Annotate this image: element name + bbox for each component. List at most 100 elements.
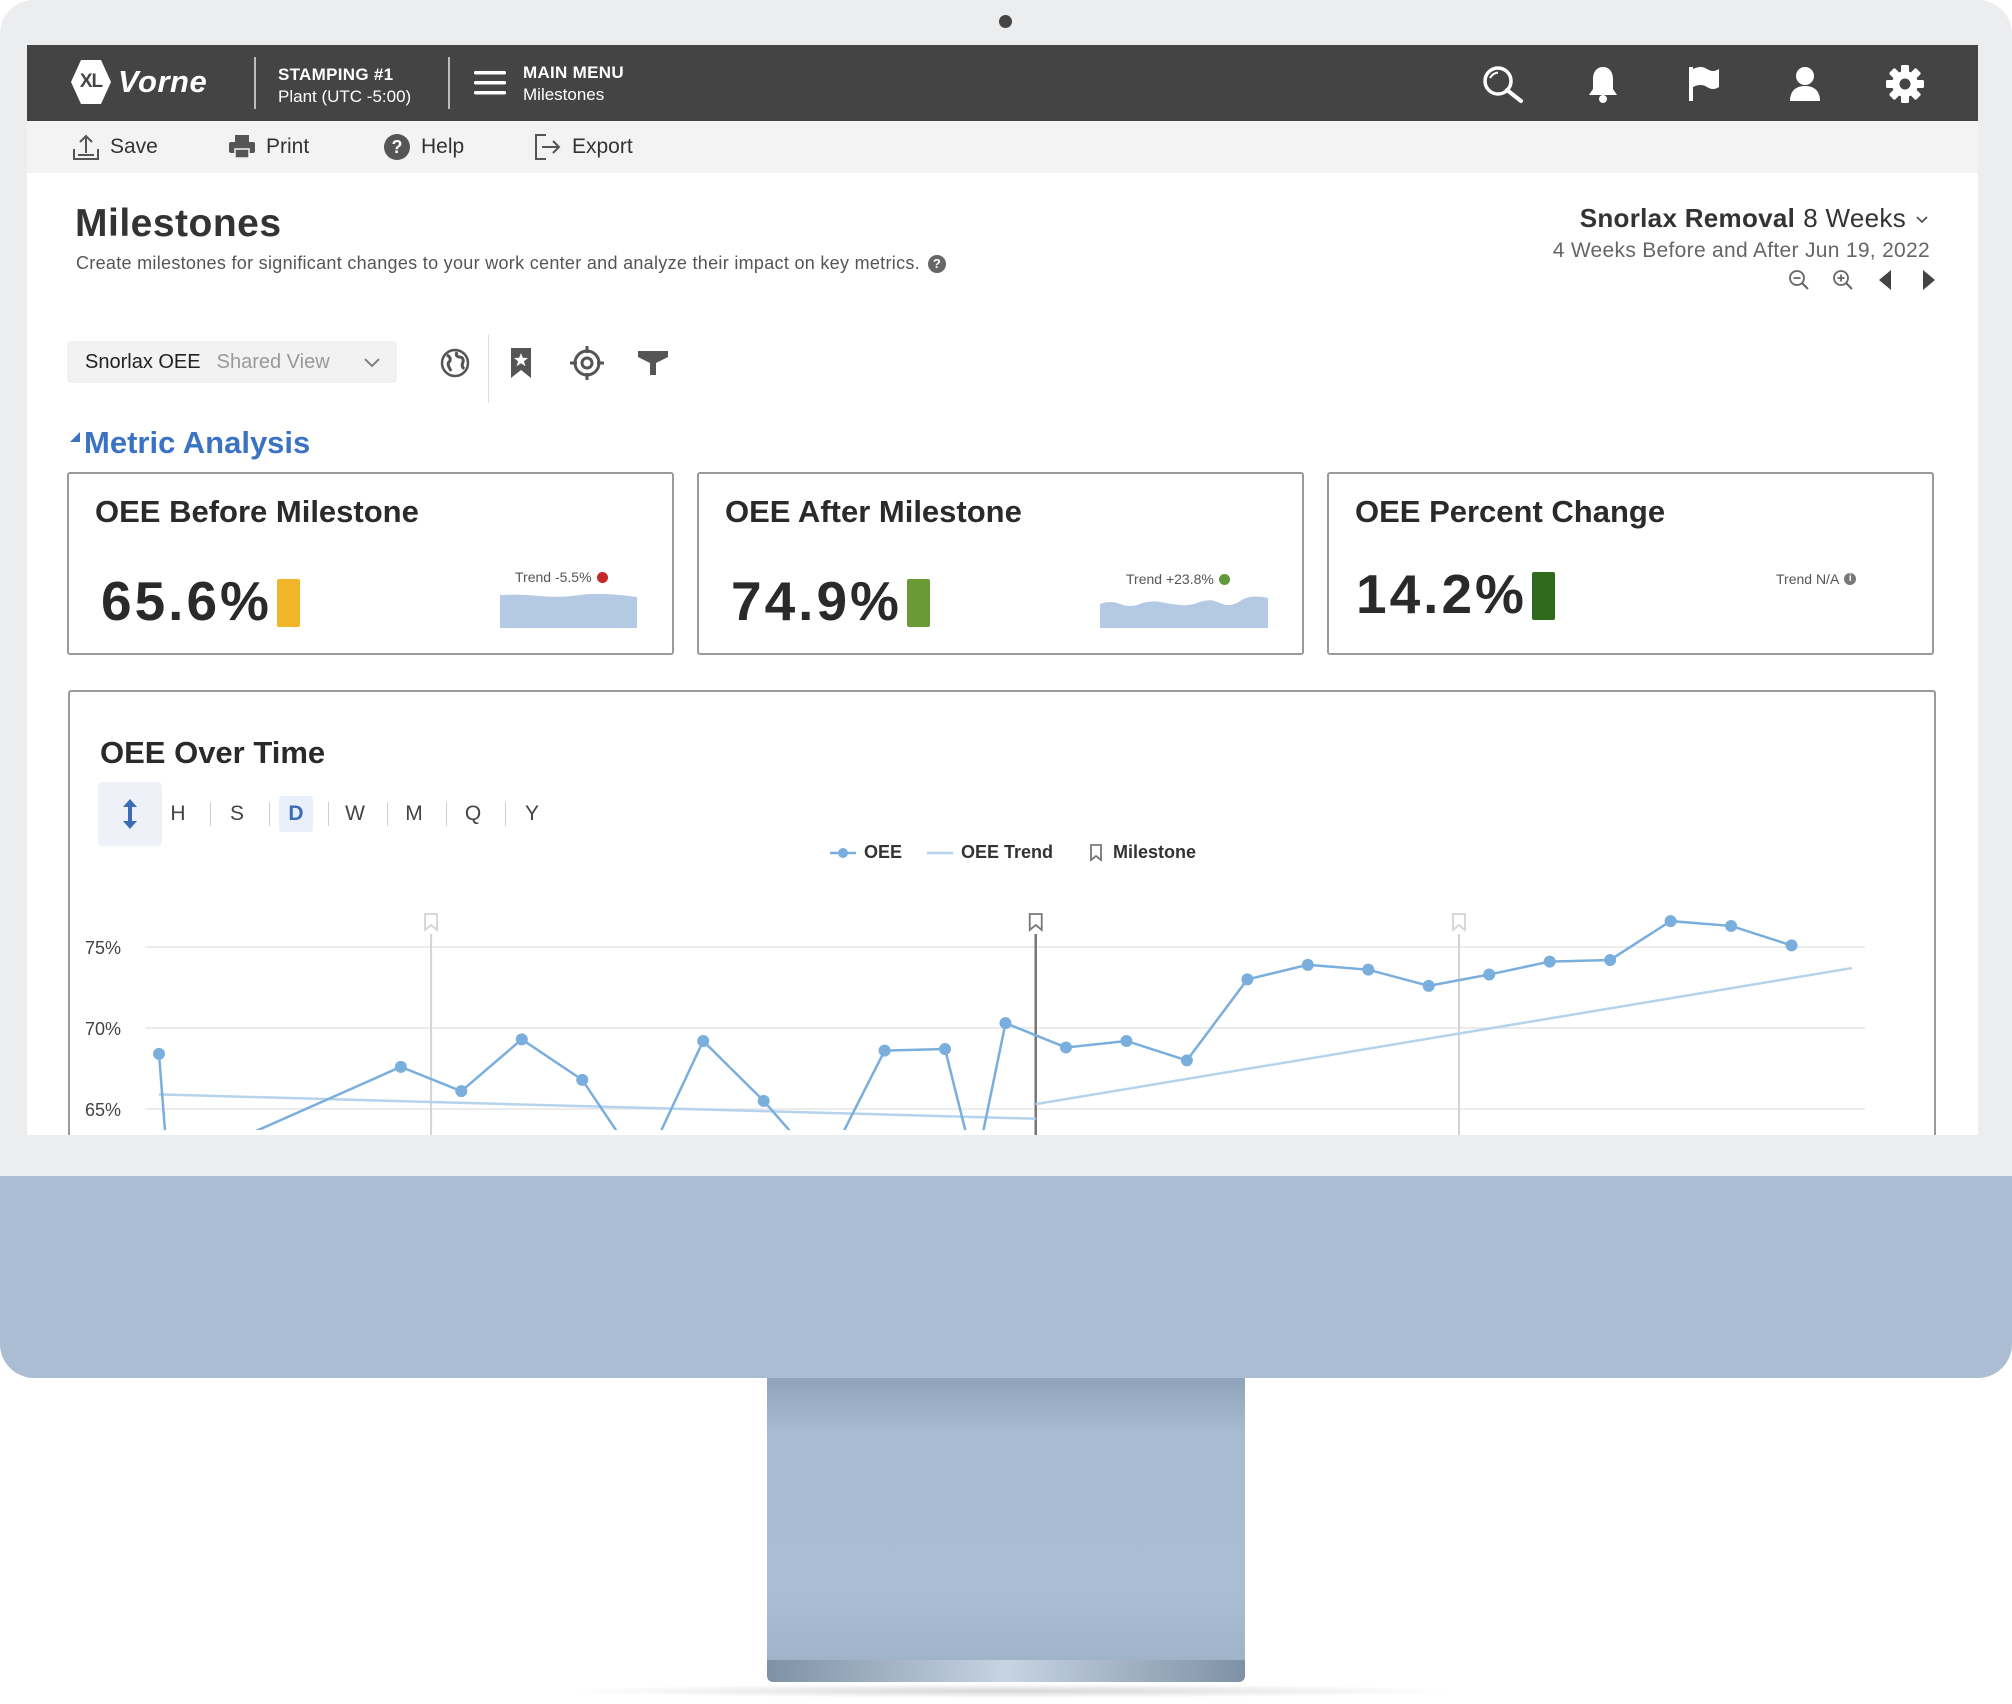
oee-data-point[interactable]: [999, 1017, 1012, 1030]
page-title: Milestones: [75, 202, 282, 245]
trend-label: Trend +23.8%: [1126, 571, 1214, 587]
oee-data-point[interactable]: [939, 1043, 952, 1056]
export-button[interactable]: Export: [534, 121, 633, 173]
divider: [254, 57, 256, 109]
range-controls: [1788, 269, 1938, 291]
chevron-down-icon: [1916, 215, 1928, 223]
milestone-selector[interactable]: Snorlax Removal 8 Weeks: [1580, 203, 1930, 234]
help-button[interactable]: ? Help: [383, 121, 464, 173]
milestone-range-subtitle: 4 Weeks Before and After Jun 19, 2022: [1552, 239, 1930, 262]
printer-icon: [229, 135, 255, 159]
oee-data-point[interactable]: [515, 1033, 528, 1046]
milestone-name: Snorlax Removal: [1579, 203, 1796, 233]
trend-indicator: Trend -5.5%: [515, 569, 608, 585]
oee-over-time-card: OEE Over Time HSDWMQY OEE OEE Trend Mile…: [68, 690, 1936, 1135]
metric-card-oee-before[interactable]: OEE Before Milestone 65.6% Trend -5.5%: [67, 472, 674, 655]
trend-indicator: Trend N/A i: [1776, 571, 1857, 587]
oee-data-point[interactable]: [455, 1085, 468, 1098]
target-icon[interactable]: [567, 343, 607, 383]
view-selector[interactable]: Snorlax OEE Shared View: [67, 341, 397, 383]
oee-data-point[interactable]: [1604, 953, 1617, 966]
bell-icon[interactable]: [1580, 61, 1626, 107]
flag-icon[interactable]: [1681, 61, 1727, 107]
trend-sparkline: [1100, 596, 1268, 628]
oee-data-point[interactable]: [1422, 979, 1435, 992]
status-color-bar: [907, 579, 930, 627]
divider: [448, 57, 450, 109]
help-icon: ?: [384, 134, 410, 160]
vorne-logo[interactable]: XL Vorne: [71, 60, 207, 104]
zoom-in-icon[interactable]: [1832, 269, 1854, 291]
trend-dot: [1218, 573, 1230, 585]
help-label: Help: [421, 135, 465, 158]
oee-data-point[interactable]: [878, 1044, 891, 1057]
filter-icon[interactable]: [633, 343, 673, 383]
chevron-down-icon: [364, 358, 380, 368]
export-icon: [535, 134, 561, 160]
camera-dot: [999, 15, 1012, 28]
zoom-out-icon[interactable]: [1788, 269, 1810, 291]
milestone-length: 8 Weeks: [1803, 203, 1906, 233]
oee-data-point[interactable]: [757, 1094, 770, 1107]
y-tick-label: 75%: [85, 938, 121, 958]
hamburger-menu-icon[interactable]: [474, 69, 506, 97]
status-color-bar: [277, 579, 300, 627]
oee-data-point[interactable]: [1543, 955, 1556, 968]
oee-data-point[interactable]: [1059, 1041, 1072, 1054]
help-icon[interactable]: ?: [927, 254, 946, 273]
export-label: Export: [572, 135, 633, 158]
metric-card-oee-after[interactable]: OEE After Milestone 74.9% Trend +23.8%: [697, 472, 1304, 655]
oee-line-chart[interactable]: 75% 70% 65%: [70, 692, 1934, 1135]
gear-icon[interactable]: [1882, 61, 1928, 107]
print-button[interactable]: Print: [228, 121, 309, 173]
save-button[interactable]: Save: [72, 121, 158, 173]
oee-data-point[interactable]: [697, 1034, 710, 1047]
user-icon[interactable]: [1782, 61, 1828, 107]
oee-data-point[interactable]: [1301, 958, 1314, 971]
y-tick-label: 65%: [85, 1100, 121, 1120]
globe-icon[interactable]: [435, 343, 475, 383]
save-icon: [73, 134, 99, 160]
search-icon[interactable]: [1480, 61, 1526, 107]
status-color-bar: [1532, 572, 1555, 620]
oee-data-point[interactable]: [1785, 939, 1798, 952]
oee-data-point[interactable]: [1725, 919, 1738, 932]
stand-shadow: [560, 1684, 1460, 1698]
info-icon[interactable]: i: [1844, 573, 1857, 585]
milestone-marker-icon[interactable]: [424, 913, 438, 932]
oee-data-point[interactable]: [576, 1073, 589, 1086]
trend-label: Trend N/A: [1776, 571, 1840, 587]
section-toggle[interactable]: Metric Analysis: [70, 425, 310, 461]
top-navigation-bar: XL Vorne STAMPING #1 Plant (UTC -5:00) M…: [27, 45, 1978, 121]
trend-label: Trend -5.5%: [515, 569, 592, 585]
logo-wordmark: Vorne: [118, 64, 208, 99]
monitor-stand-foot: [767, 1660, 1245, 1682]
logo-badge: XL: [71, 60, 111, 104]
page-description: Create milestones for significant change…: [76, 253, 946, 274]
plot-area: [153, 915, 1853, 1130]
monitor-chin: [0, 1176, 2012, 1378]
card-value: 14.2%: [1356, 563, 1527, 625]
bookmark-star-icon[interactable]: [501, 343, 541, 383]
oee-data-point[interactable]: [1241, 973, 1254, 986]
oee-data-point[interactable]: [394, 1060, 407, 1073]
main-menu-label[interactable]: MAIN MENU: [523, 63, 624, 83]
milestone-marker-icon[interactable]: [1028, 913, 1043, 932]
work-center-name[interactable]: STAMPING #1: [278, 65, 393, 85]
save-label: Save: [110, 135, 158, 158]
card-title: OEE Before Milestone: [95, 494, 419, 529]
oee-data-point[interactable]: [1362, 963, 1375, 976]
oee-data-point[interactable]: [1180, 1054, 1193, 1067]
oee-data-point[interactable]: [1483, 968, 1496, 981]
next-icon[interactable]: [1918, 269, 1938, 291]
oee-data-point[interactable]: [1664, 915, 1677, 928]
screen: XL Vorne STAMPING #1 Plant (UTC -5:00) M…: [27, 45, 1978, 1135]
metric-card-oee-percent-change[interactable]: OEE Percent Change 14.2% Trend N/A i: [1327, 472, 1934, 655]
oee-data-point[interactable]: [1120, 1034, 1133, 1047]
divider: [488, 335, 489, 403]
section-title: Metric Analysis: [84, 425, 311, 460]
previous-icon[interactable]: [1876, 269, 1896, 291]
oee-data-point[interactable]: [153, 1047, 165, 1060]
trend-dot: [596, 571, 608, 583]
milestone-marker-icon[interactable]: [1452, 913, 1466, 932]
